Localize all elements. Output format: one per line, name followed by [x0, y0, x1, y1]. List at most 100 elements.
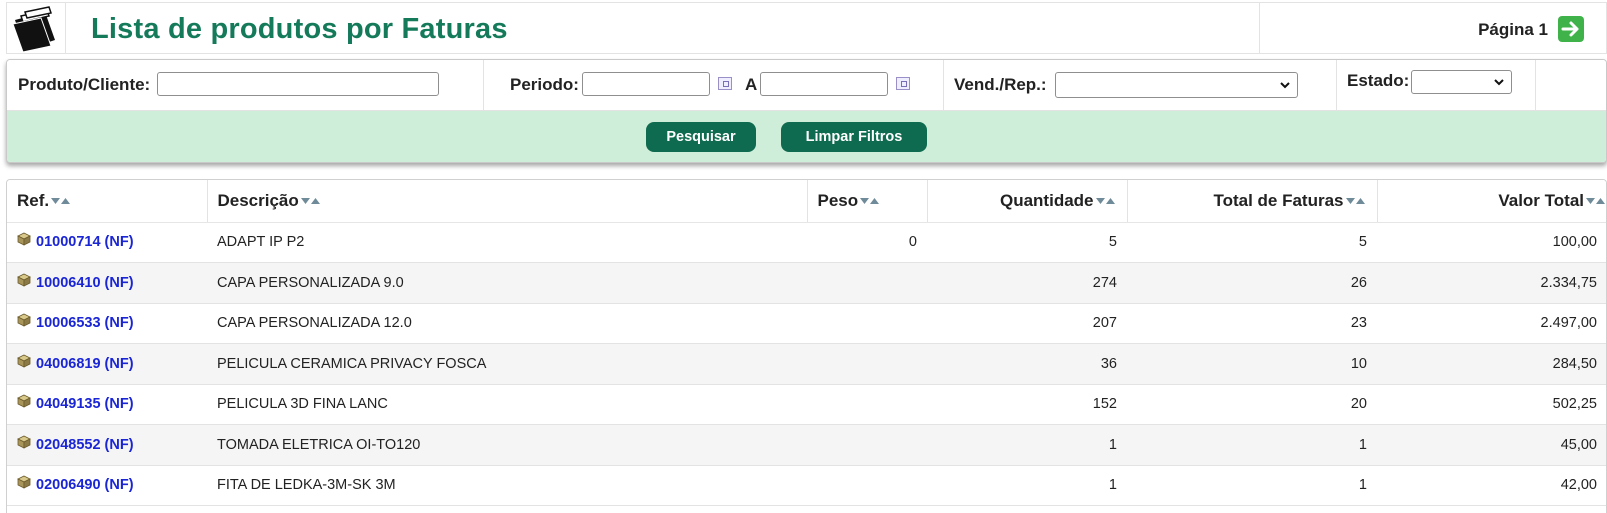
- periodo-from-input[interactable]: [582, 72, 710, 96]
- cell-peso: [807, 262, 927, 304]
- column-header-total-faturas[interactable]: Total de Faturas: [1127, 180, 1378, 223]
- pagination-cell: Página 1: [1259, 3, 1606, 53]
- chevron-down-icon: [1280, 82, 1290, 89]
- sort-icon[interactable]: [50, 196, 72, 206]
- column-header-label: Quantidade: [999, 190, 1094, 210]
- products-table-wrapper: Ref. Descrição Peso Quantidade Total de …: [6, 179, 1607, 513]
- filter-panel: Produto/Cliente: Periodo: A Vend./Rep.: …: [6, 59, 1607, 163]
- cell-quantidade: 1: [927, 424, 1127, 466]
- cell-quantidade: 36: [927, 343, 1127, 385]
- periodo-filter-cell: Periodo: A: [484, 60, 944, 110]
- cell-quantidade: 5: [927, 222, 1127, 263]
- sort-icon[interactable]: [1095, 196, 1117, 206]
- sort-icon[interactable]: [1585, 196, 1607, 206]
- table-row: 04049135 (NF) PELICULA 3D FINA LANC 152 20 5…: [7, 384, 1606, 425]
- produto-label: Produto/Cliente:: [18, 75, 151, 94]
- cell-total-faturas: 26: [1127, 262, 1377, 304]
- sort-icon[interactable]: [859, 196, 881, 206]
- column-header-quantidade[interactable]: Quantidade: [927, 180, 1128, 223]
- cell-peso: [807, 465, 927, 506]
- calendar-icon[interactable]: [718, 77, 732, 90]
- cell-descricao: PELICULA CERAMICA PRIVACY FOSCA: [207, 343, 807, 385]
- folder-documents-icon: [12, 6, 55, 52]
- ref-link[interactable]: 01000714 (NF): [36, 234, 134, 250]
- vend-select[interactable]: [1055, 72, 1298, 98]
- cell-total-faturas: 20: [1127, 384, 1377, 425]
- estado-filter-cell: Estado:: [1337, 60, 1536, 110]
- table-body: 01000714 (NF) ADAPT IP P2 0 5 5 100,00 1000641…: [7, 222, 1606, 506]
- periodo-separator: A: [745, 75, 758, 94]
- cell-valor-total: 42,00: [1377, 465, 1606, 506]
- cell-descricao: TOMADA ELETRICA OI-TO120: [207, 424, 807, 466]
- cell-quantidade: 274: [927, 262, 1127, 304]
- produto-input[interactable]: [157, 72, 439, 96]
- cell-ref: 02048552 (NF): [7, 424, 207, 466]
- estado-label: Estado:: [1347, 71, 1410, 90]
- cell-ref: 01000714 (NF): [7, 222, 207, 263]
- page-indicator: Página 1: [1478, 20, 1548, 39]
- cell-ref: 02006490 (NF): [7, 465, 207, 506]
- cell-descricao: CAPA PERSONALIZADA 9.0: [207, 262, 807, 304]
- cell-peso: [807, 424, 927, 466]
- sort-icon[interactable]: [1345, 196, 1367, 206]
- ref-link[interactable]: 02048552 (NF): [36, 437, 134, 453]
- product-box-icon: [17, 313, 31, 327]
- product-box-icon: [17, 354, 31, 368]
- sort-icon[interactable]: [300, 196, 322, 206]
- cell-descricao: CAPA PERSONALIZADA 12.0: [207, 303, 807, 344]
- filter-row: Produto/Cliente: Periodo: A Vend./Rep.: …: [7, 60, 1606, 110]
- cell-ref: 10006533 (NF): [7, 303, 207, 344]
- column-header-ref[interactable]: Ref.: [7, 180, 208, 223]
- page-title: Lista de produtos por Faturas: [91, 13, 508, 45]
- column-header-label: Total de Faturas: [1213, 190, 1344, 210]
- arrow-right-icon: [1561, 21, 1579, 37]
- cell-descricao: FITA DE LEDKA-3M-SK 3M: [207, 465, 807, 506]
- cell-quantidade: 207: [927, 303, 1127, 344]
- ref-link[interactable]: 04006819 (NF): [36, 356, 134, 372]
- vend-filter-cell: Vend./Rep.:: [944, 60, 1337, 110]
- table-header-row: Ref. Descrição Peso Quantidade Total de …: [7, 180, 1607, 223]
- filter-actions: Pesquisar Limpar Filtros: [7, 110, 1606, 162]
- ref-link[interactable]: 04049135 (NF): [36, 396, 134, 412]
- column-header-label: Ref.: [17, 190, 50, 210]
- periodo-label: Periodo:: [510, 75, 579, 94]
- table-row: 04006819 (NF) PELICULA CERAMICA PRIVACY F…: [7, 343, 1606, 385]
- product-box-icon: [17, 475, 31, 489]
- column-header-peso[interactable]: Peso: [807, 180, 928, 223]
- cell-quantidade: 152: [927, 384, 1127, 425]
- table-row: 02006490 (NF) FITA DE LEDKA-3M-SK 3M 1 1 42,…: [7, 465, 1606, 506]
- search-button[interactable]: Pesquisar: [646, 122, 756, 152]
- cell-ref: 04006819 (NF): [7, 343, 207, 385]
- next-page-button[interactable]: [1558, 16, 1584, 42]
- calendar-icon[interactable]: [896, 77, 910, 90]
- table-row: 02048552 (NF) TOMADA ELETRICA OI-TO120 1 1 4…: [7, 424, 1606, 466]
- column-header-valor-total[interactable]: Valor Total: [1377, 180, 1607, 223]
- product-box-icon: [17, 273, 31, 287]
- cell-ref: 10006410 (NF): [7, 262, 207, 304]
- cell-valor-total: 2.497,00: [1377, 303, 1606, 344]
- cell-valor-total: 100,00: [1377, 222, 1606, 263]
- periodo-to-input[interactable]: [760, 72, 888, 96]
- column-header-label: Valor Total: [1498, 190, 1584, 210]
- clear-filters-button[interactable]: Limpar Filtros: [781, 122, 927, 152]
- cell-valor-total: 284,50: [1377, 343, 1606, 385]
- column-header-descricao[interactable]: Descrição: [207, 180, 808, 223]
- cell-ref: 04049135 (NF): [7, 384, 207, 425]
- ref-link[interactable]: 10006410 (NF): [36, 275, 134, 291]
- table-row: 10006533 (NF) CAPA PERSONALIZADA 12.0 207 2…: [7, 303, 1606, 344]
- column-header-label: Descrição: [217, 190, 299, 210]
- cell-peso: 0: [807, 222, 927, 263]
- cell-peso: [807, 343, 927, 385]
- products-table: Ref. Descrição Peso Quantidade Total de …: [7, 180, 1607, 506]
- vend-label: Vend./Rep.:: [954, 75, 1047, 94]
- cell-valor-total: 502,25: [1377, 384, 1606, 425]
- cell-total-faturas: 10: [1127, 343, 1377, 385]
- logo-cell: [7, 3, 66, 53]
- ref-link[interactable]: 02006490 (NF): [36, 477, 134, 493]
- product-box-icon: [17, 435, 31, 449]
- cell-total-faturas: 5: [1127, 222, 1377, 263]
- ref-link[interactable]: 10006533 (NF): [36, 315, 134, 331]
- cell-descricao: ADAPT IP P2: [207, 222, 807, 263]
- chevron-down-icon: [1494, 79, 1504, 86]
- estado-select[interactable]: [1411, 70, 1512, 94]
